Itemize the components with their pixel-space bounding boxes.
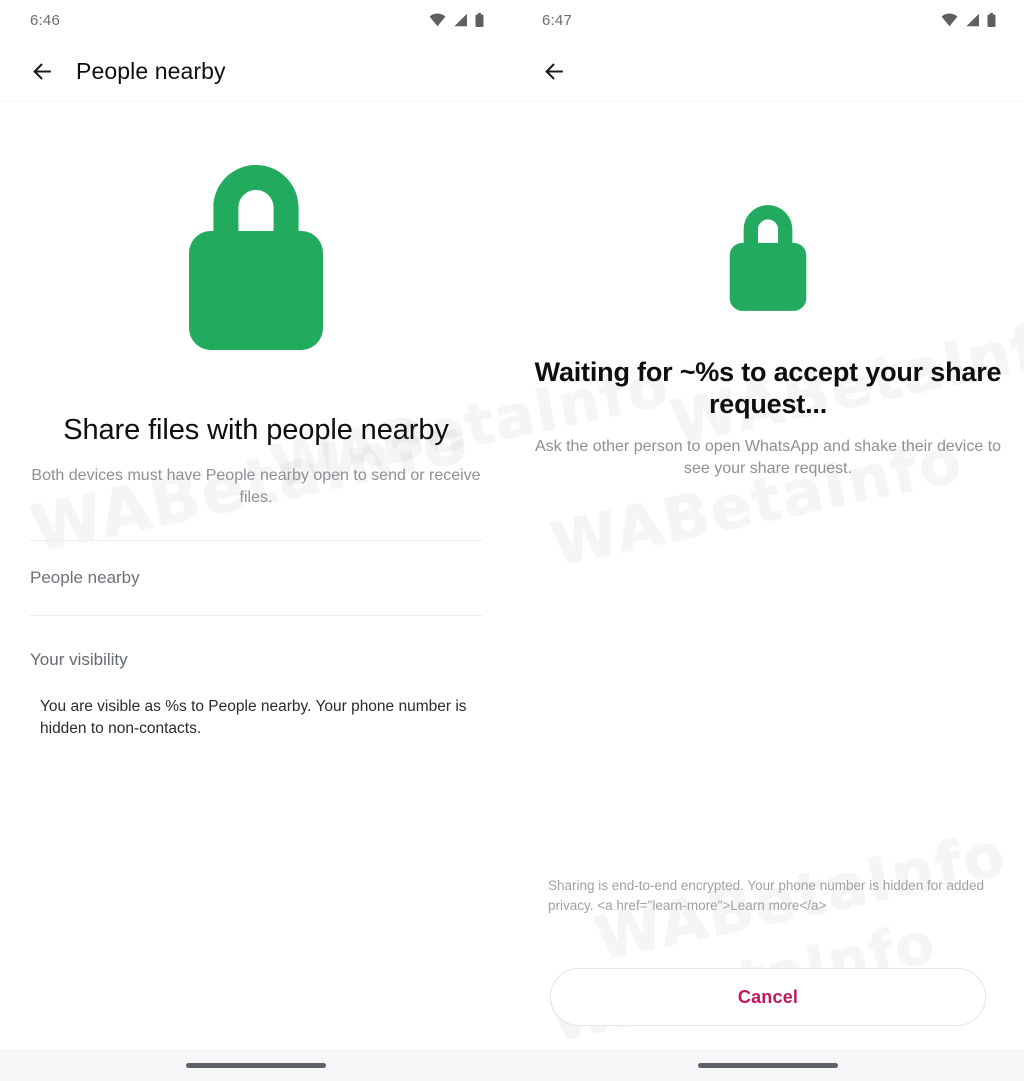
hero-illustration — [512, 205, 1024, 311]
back-arrow-icon — [32, 62, 51, 80]
phone-screen-waiting-for-accept: 6:47 Waiting for ~%s to accept your shar… — [512, 0, 1024, 1081]
status-bar: 6:47 — [512, 0, 1024, 40]
battery-icon — [475, 12, 484, 27]
screen-content: Share files with people nearby Both devi… — [0, 165, 512, 741]
page-subtitle: Both devices must have People nearby ope… — [31, 467, 481, 506]
hero-illustration — [0, 165, 512, 350]
gesture-nav-bar — [0, 1049, 512, 1081]
phone-screen-people-nearby: 6:46 People nearby Share files with peop… — [0, 0, 512, 1081]
screenshot-root: WABetaInfo WABetaInfo WABetaInfo WABetaI… — [0, 0, 1024, 1081]
page-title: Share files with people nearby — [63, 414, 449, 446]
home-gesture-pill[interactable] — [186, 1062, 326, 1068]
screen-content: Waiting for ~%s to accept your share req… — [512, 205, 1024, 480]
status-bar-clock: 6:47 — [542, 11, 572, 29]
status-bar: 6:46 — [0, 0, 512, 40]
status-bar-icons — [941, 12, 996, 28]
back-button[interactable] — [530, 47, 578, 95]
home-gesture-pill[interactable] — [698, 1062, 838, 1068]
cellular-signal-icon — [454, 13, 467, 27]
wifi-icon — [941, 13, 958, 27]
app-bar — [512, 40, 1024, 102]
list-item-people-nearby[interactable]: People nearby — [0, 541, 512, 615]
app-bar: People nearby — [0, 40, 512, 102]
app-bar-divider — [0, 101, 512, 102]
cancel-button-label: Cancel — [737, 986, 799, 1007]
cancel-button[interactable]: Cancel — [550, 968, 986, 1026]
app-bar-divider — [512, 101, 1024, 102]
app-bar-title: People nearby — [76, 57, 226, 84]
visibility-description: You are visible as %s to People nearby. … — [40, 697, 467, 738]
battery-icon — [987, 12, 996, 27]
status-bar-clock: 6:46 — [30, 11, 60, 29]
section-header-label: Your visibility — [30, 649, 128, 669]
section-header-your-visibility: Your visibility — [0, 616, 512, 670]
wifi-icon — [429, 13, 446, 27]
page-title: Waiting for ~%s to accept your share req… — [534, 357, 1002, 419]
back-arrow-icon — [544, 62, 563, 80]
encryption-footer-note: Sharing is end-to-end encrypted. Your ph… — [548, 878, 985, 914]
gesture-nav-bar — [512, 1049, 1024, 1081]
lock-icon — [189, 165, 323, 350]
lock-icon — [729, 205, 807, 311]
page-subtitle: Ask the other person to open WhatsApp an… — [534, 438, 1002, 478]
cancel-button-container: Cancel — [512, 968, 1024, 1026]
status-bar-icons — [429, 12, 484, 28]
list-item-label: People nearby — [30, 567, 140, 587]
cellular-signal-icon — [966, 13, 979, 27]
back-button[interactable] — [18, 47, 66, 95]
